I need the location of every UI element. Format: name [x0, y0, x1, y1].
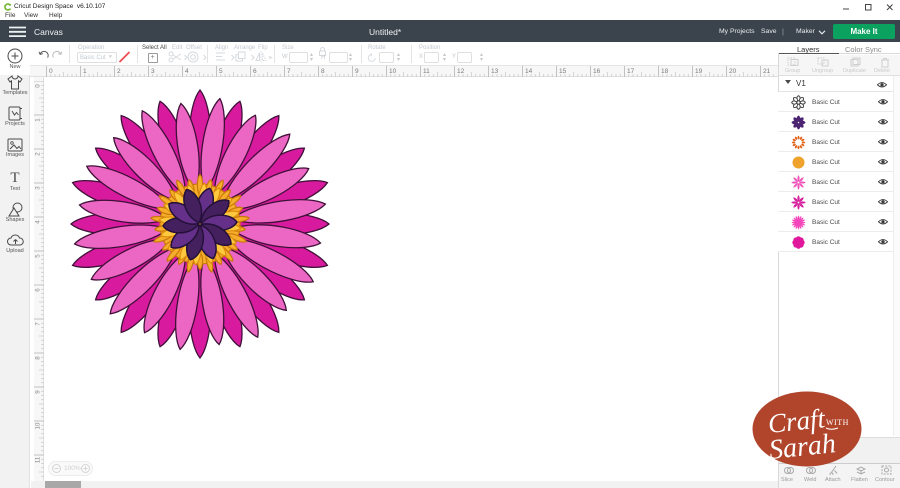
svg-text:WITH: WITH	[826, 418, 849, 427]
